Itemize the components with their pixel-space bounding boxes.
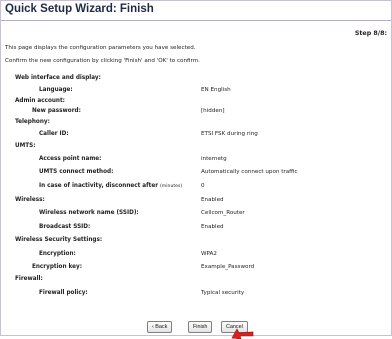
row-label: Broadcast SSID: [39, 224, 91, 230]
row-label: Encryption key: [32, 264, 82, 270]
section-heading: Web interface and display: [15, 75, 101, 81]
summary-row: Wireless network name (SSID): Cellcom_Ro… [1, 210, 391, 222]
section-security: Wireless Security Settings: [1, 237, 391, 249]
section-heading: Firewall: [15, 276, 43, 282]
row-value: Automatically connect upon traffic [201, 169, 298, 175]
row-value: Cellcom_Router [201, 210, 245, 216]
section-heading: Wireless: [15, 197, 45, 203]
page-title: Quick Setup Wizard: Finish [5, 3, 154, 15]
summary-row: Encryption key: Example_Password [1, 264, 391, 276]
summary-row: In case of inactivity, disconnect after … [1, 183, 391, 195]
summary-row: Caller ID: ETSI FSK during ring [1, 131, 391, 143]
row-label: Encryption: [39, 251, 76, 257]
section-heading: Wireless Security Settings: [15, 237, 103, 243]
row-value: ETSI FSK during ring [201, 131, 258, 137]
row-value: Enabled [201, 224, 224, 230]
row-label: New password: [32, 108, 81, 114]
row-value: 0 [201, 183, 205, 189]
summary-row: Firewall policy: Typical security [1, 290, 391, 302]
row-label: In case of inactivity, disconnect after … [39, 183, 182, 189]
section-heading: Admin account: [15, 98, 65, 104]
back-button[interactable]: ‹ Back [147, 321, 173, 333]
red-arrow-pointer-icon [231, 328, 254, 339]
summary-row: Broadcast SSID: Enabled [1, 224, 391, 236]
title-bar: Quick Setup Wizard: Finish [1, 1, 391, 21]
row-label: Access point name: [39, 156, 102, 162]
section-wireless: Wireless: Enabled [1, 197, 391, 209]
section-umts: UMTS: [1, 143, 391, 155]
finish-button[interactable]: Finish [188, 321, 213, 333]
row-value: internetg [201, 156, 227, 162]
section-heading: UMTS: [15, 143, 36, 149]
intro-text-1: This page displays the configuration par… [5, 45, 196, 51]
inactivity-unit: (minutes) [160, 184, 183, 189]
row-value: WPA2 [201, 251, 217, 257]
wizard-buttons: ‹ Back Finish Cancel [1, 321, 391, 333]
row-label: Language: [39, 87, 73, 93]
section-telephony: Telephony: [1, 119, 391, 131]
intro-text-2: Confirm the new configuration by clickin… [5, 58, 200, 64]
row-label: Wireless network name (SSID): [39, 210, 139, 216]
row-value: Typical security [201, 290, 245, 296]
row-label: UMTS connect method: [39, 169, 114, 175]
inactivity-label: In case of inactivity, disconnect after [39, 183, 159, 189]
summary-row: UMTS connect method: Automatically conne… [1, 169, 391, 181]
section-firewall: Firewall: [1, 276, 391, 288]
row-label: Caller ID: [39, 131, 69, 137]
section-web: Web interface and display: [1, 75, 391, 87]
wizard-window: Quick Setup Wizard: Finish Step 8/8: Thi… [0, 0, 392, 339]
row-value: EN English [201, 87, 231, 93]
summary-row: Encryption: WPA2 [1, 251, 391, 263]
row-value: [hidden] [201, 108, 225, 114]
section-heading: Telephony: [15, 119, 50, 125]
row-value: Example_Password [201, 264, 255, 270]
row-label: Firewall policy: [39, 290, 88, 296]
summary-row: Access point name: internetg [1, 156, 391, 168]
row-value: Enabled [201, 197, 224, 203]
step-indicator: Step 8/8: [354, 30, 387, 37]
